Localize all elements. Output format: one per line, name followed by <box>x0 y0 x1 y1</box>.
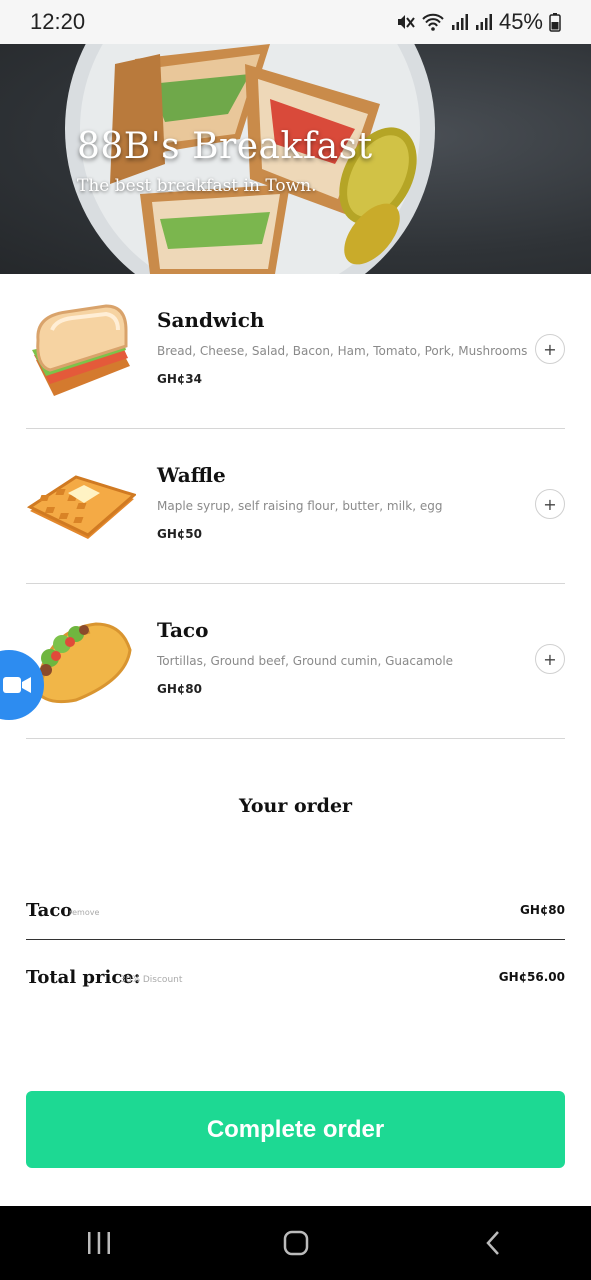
remove-order-item-link[interactable]: remove <box>69 908 99 917</box>
order-line-name: Taco <box>26 900 73 921</box>
home-icon <box>283 1230 308 1256</box>
item-price: GH¢80 <box>157 682 202 696</box>
order-line-price: GH¢80 <box>520 903 565 917</box>
discount-note: 30% Discount <box>120 975 183 985</box>
home-button[interactable] <box>266 1213 326 1273</box>
menu-item-waffle: Waffle Maple syrup, self raising flour, … <box>26 429 565 584</box>
wifi-icon <box>422 13 444 31</box>
total-price: GH¢56.00 <box>498 970 565 984</box>
item-description: Tortillas, Ground beef, Ground cumin, Gu… <box>157 654 454 668</box>
complete-order-button[interactable]: Complete order <box>26 1091 565 1168</box>
taco-icon <box>34 622 132 704</box>
item-name: Taco <box>157 618 209 642</box>
menu-item-taco: Taco Tortillas, Ground beef, Ground cumi… <box>26 584 565 739</box>
waffle-icon <box>26 475 136 539</box>
add-taco-button[interactable]: + <box>535 644 565 674</box>
status-bar: 12:20 45% <box>0 0 591 44</box>
total-line: Total price: 30% Discount GH¢56.00 <box>26 963 565 1003</box>
recent-apps-button[interactable] <box>69 1213 129 1273</box>
item-description: Maple syrup, self raising flour, butter,… <box>157 499 443 513</box>
menu-list: Sandwich Bread, Cheese, Salad, Bacon, Ha… <box>26 274 565 739</box>
order-heading: Your order <box>238 795 353 817</box>
hero-subtitle: The best breakfast in Town. <box>77 176 317 196</box>
system-nav-bar <box>0 1206 591 1280</box>
item-price: GH¢34 <box>157 372 202 386</box>
signal-icon <box>451 14 468 30</box>
add-waffle-button[interactable]: + <box>535 489 565 519</box>
item-price: GH¢50 <box>157 527 202 541</box>
item-description: Bread, Cheese, Salad, Bacon, Ham, Tomato… <box>157 344 528 358</box>
status-time: 12:20 <box>30 9 86 34</box>
battery-percent: 45% <box>498 9 543 34</box>
add-sandwich-button[interactable]: + <box>535 334 565 364</box>
mute-icon <box>397 15 415 29</box>
menu-item-sandwich: Sandwich Bread, Cheese, Salad, Bacon, Ha… <box>26 274 565 429</box>
hero-banner: 88B's Breakfast The best breakfast in To… <box>0 44 591 274</box>
sandwich-icon <box>32 304 130 396</box>
order-line-item: Taco remove GH¢80 <box>26 890 565 940</box>
back-button[interactable] <box>463 1213 523 1273</box>
status-icons: 45% <box>395 9 561 35</box>
recent-apps-icon <box>87 1232 110 1254</box>
item-name: Waffle <box>157 463 226 487</box>
back-icon <box>485 1231 499 1255</box>
signal-icon <box>475 14 492 30</box>
item-name: Sandwich <box>157 308 265 332</box>
battery-icon <box>549 13 561 32</box>
video-camera-icon <box>3 677 31 693</box>
hero-title: 88B's Breakfast <box>77 126 373 167</box>
